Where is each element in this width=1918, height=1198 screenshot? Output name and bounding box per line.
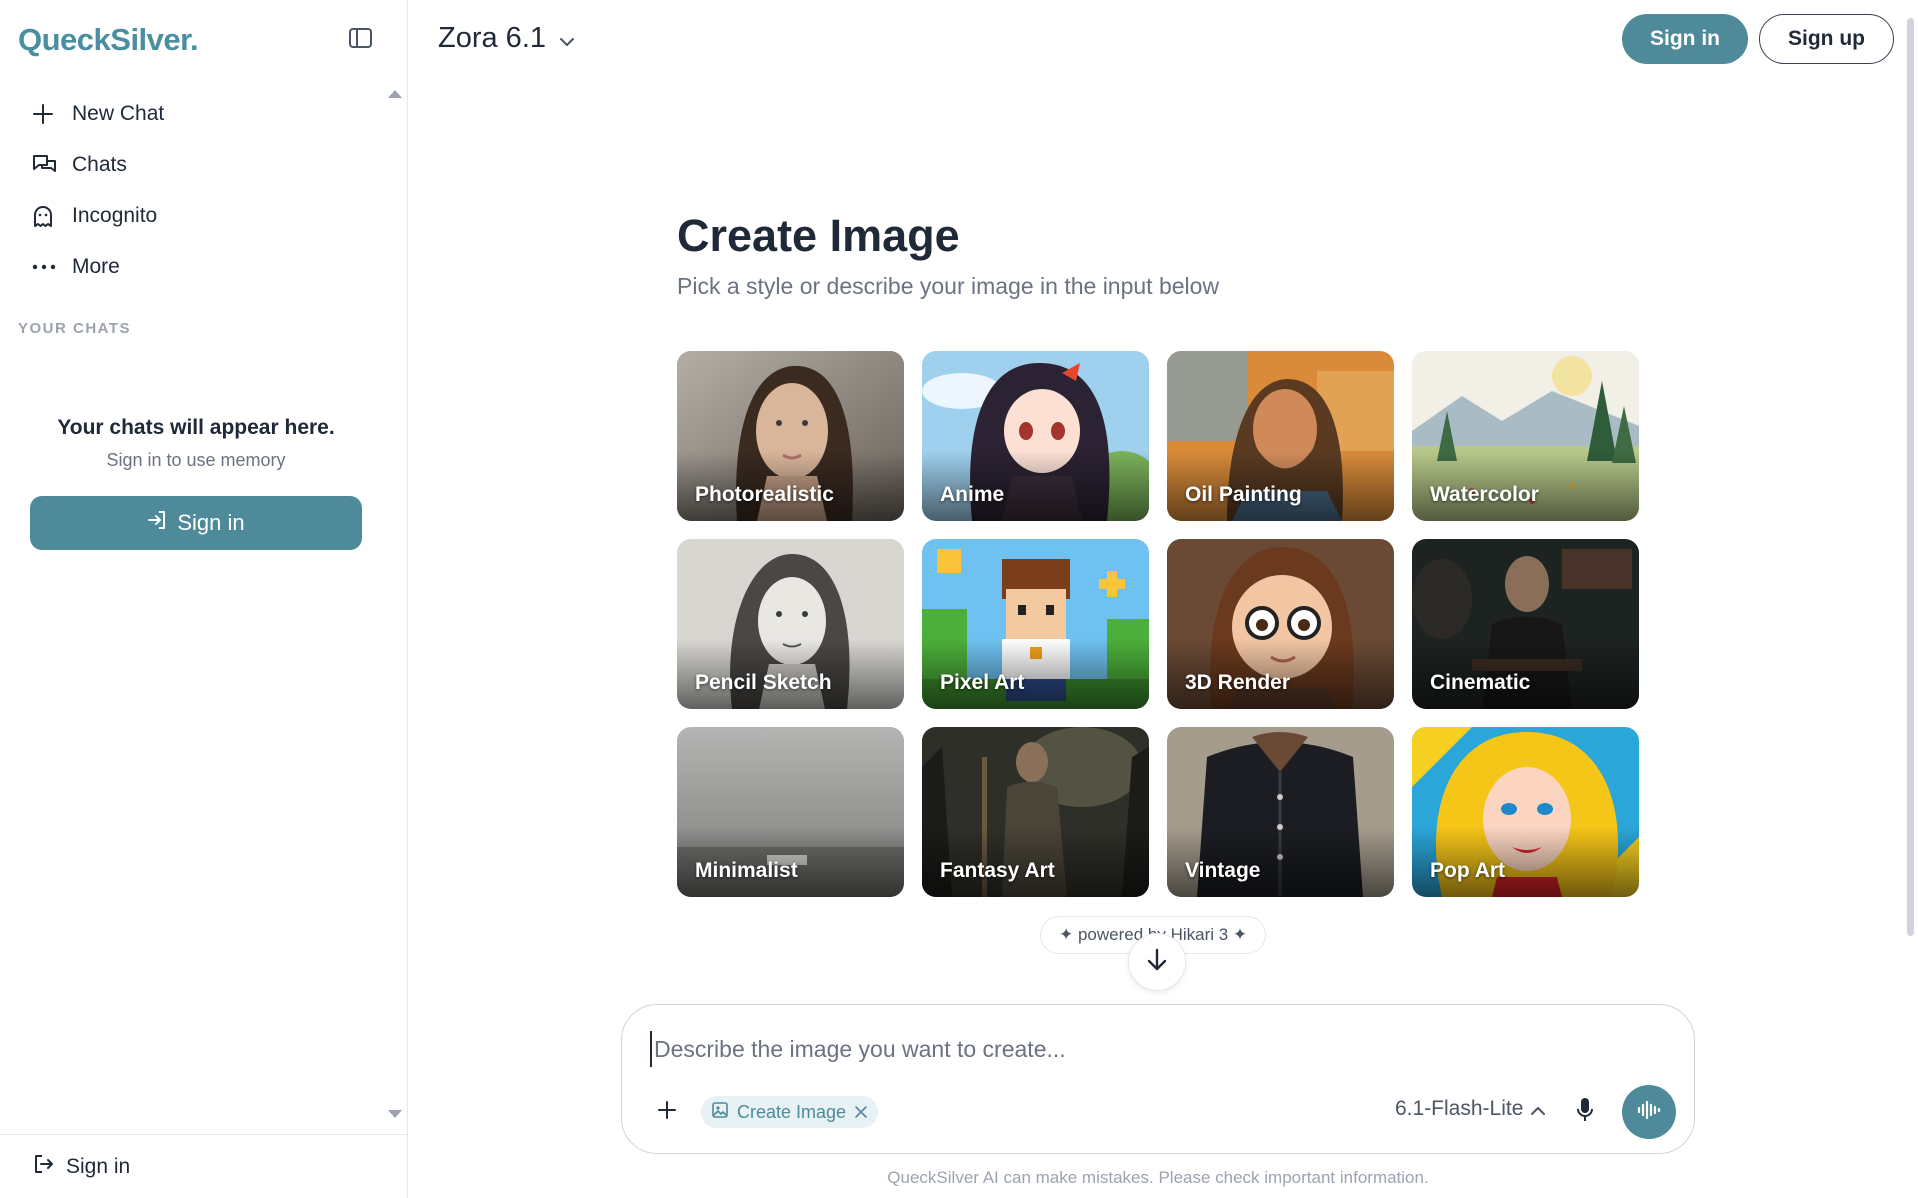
- scroll-to-bottom-button[interactable]: [1128, 933, 1186, 991]
- composer-model-selector[interactable]: 6.1-Flash-Lite: [1395, 1097, 1546, 1121]
- page-title: Create Image: [677, 210, 960, 261]
- style-label: Anime: [940, 483, 1005, 506]
- style-tile-pencil-sketch[interactable]: Pencil Sketch: [677, 539, 904, 709]
- chats-label: Chats: [72, 152, 127, 176]
- sidebar-scroll-down[interactable]: [388, 1110, 402, 1118]
- chats-icon: [32, 152, 66, 178]
- image-icon: [711, 1101, 729, 1124]
- sidebar-signin-button[interactable]: Sign in: [30, 496, 362, 550]
- login-icon: [32, 1153, 54, 1181]
- new-chat-label: New Chat: [72, 101, 165, 125]
- microphone-button[interactable]: [1570, 1097, 1600, 1127]
- more-button[interactable]: More: [28, 241, 388, 292]
- chats-button[interactable]: Chats: [28, 139, 388, 190]
- microphone-icon: [1576, 1097, 1594, 1128]
- ghost-icon: [32, 203, 66, 229]
- composer-model-label: 6.1-Flash-Lite: [1395, 1097, 1524, 1120]
- style-grid: Photorealistic Anime Oil Painting Waterc…: [677, 351, 1639, 897]
- style-label: Minimalist: [695, 859, 798, 882]
- style-tile-watercolor[interactable]: Watercolor: [1412, 351, 1639, 521]
- attach-button[interactable]: [652, 1097, 682, 1127]
- model-name: Zora 6.1: [438, 22, 546, 54]
- style-tile-anime[interactable]: Anime: [922, 351, 1149, 521]
- plus-icon: [32, 101, 66, 127]
- style-tile-pixel-art[interactable]: Pixel Art: [922, 539, 1149, 709]
- empty-chats-title: Your chats will appear here.: [57, 416, 335, 439]
- style-label: Oil Painting: [1185, 483, 1302, 506]
- prompt-input[interactable]: [650, 1031, 1650, 1067]
- header-signin-button[interactable]: Sign in: [1622, 14, 1748, 64]
- style-tile-pop-art[interactable]: Pop Art: [1412, 727, 1639, 897]
- page-scrollbar[interactable]: [1907, 18, 1914, 936]
- empty-chats-subtitle: Sign in to use memory: [106, 450, 286, 470]
- create-image-chip: Create Image: [701, 1096, 879, 1128]
- sidebar-nav: New Chat Chats Incognito More: [28, 88, 388, 292]
- create-image-chip-label: Create Image: [737, 1101, 847, 1122]
- new-chat-button[interactable]: New Chat: [28, 88, 388, 139]
- style-tile-fantasy-art[interactable]: Fantasy Art: [922, 727, 1149, 897]
- style-label: Pixel Art: [940, 671, 1025, 694]
- header-signup-button[interactable]: Sign up: [1759, 14, 1894, 64]
- prompt-composer: Create Image 6.1-Flash-Lite: [621, 1004, 1695, 1154]
- page-subtitle: Pick a style or describe your image in t…: [677, 273, 1220, 299]
- voice-mode-button[interactable]: [1622, 1085, 1676, 1139]
- style-tile-minimalist[interactable]: Minimalist: [677, 727, 904, 897]
- chevron-up-icon: [1531, 1097, 1546, 1121]
- model-selector[interactable]: Zora 6.1: [438, 22, 574, 55]
- style-label: Photorealistic: [695, 483, 834, 506]
- brand-logo[interactable]: QueckSilver.: [18, 22, 199, 58]
- plus-icon: [657, 1100, 677, 1125]
- remove-chip-close-icon[interactable]: [854, 1105, 868, 1119]
- style-label: Vintage: [1185, 859, 1261, 882]
- style-tile-vintage[interactable]: Vintage: [1167, 727, 1394, 897]
- chevron-down-icon: [560, 22, 574, 55]
- login-icon: [147, 510, 167, 536]
- sidebar-footer: Sign in: [0, 1134, 408, 1198]
- sidebar-toggle-icon[interactable]: [348, 26, 374, 50]
- your-chats-heading: YOUR CHATS: [18, 320, 132, 337]
- sidebar: QueckSilver. New Chat Chats Incognito Mo…: [0, 0, 408, 1198]
- incognito-button[interactable]: Incognito: [28, 190, 388, 241]
- waveform-icon: [1637, 1100, 1661, 1125]
- disclaimer-text: QueckSilver AI can make mistakes. Please…: [887, 1168, 1429, 1187]
- footer-signin-button[interactable]: Sign in: [32, 1153, 130, 1181]
- incognito-label: Incognito: [72, 203, 158, 227]
- sidebar-scroll-up[interactable]: [388, 90, 402, 98]
- style-label: 3D Render: [1185, 671, 1291, 694]
- style-label: Pop Art: [1430, 859, 1506, 882]
- style-tile-3d-render[interactable]: 3D Render: [1167, 539, 1394, 709]
- more-label: More: [72, 254, 120, 278]
- style-tile-oil-painting[interactable]: Oil Painting: [1167, 351, 1394, 521]
- more-icon: [32, 254, 66, 280]
- style-tile-photorealistic[interactable]: Photorealistic: [677, 351, 904, 521]
- style-label: Cinematic: [1430, 671, 1531, 694]
- style-tile-cinematic[interactable]: Cinematic: [1412, 539, 1639, 709]
- footer-signin-label: Sign in: [66, 1155, 131, 1178]
- style-label: Fantasy Art: [940, 859, 1055, 882]
- sidebar-signin-label: Sign in: [177, 510, 245, 535]
- style-label: Pencil Sketch: [695, 671, 832, 694]
- arrow-down-icon: [1146, 948, 1168, 977]
- style-label: Watercolor: [1430, 483, 1539, 506]
